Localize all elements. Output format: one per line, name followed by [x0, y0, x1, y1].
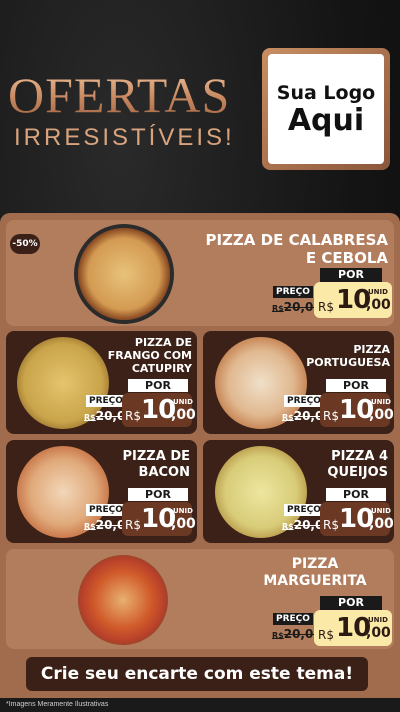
product-name-line: PIZZA DE [122, 449, 190, 464]
old-price-currency: R$ [84, 522, 96, 531]
currency: R$ [323, 518, 339, 532]
preco-label: PREÇO [273, 286, 313, 298]
product-name-line: BACON [138, 464, 190, 480]
unit-label: UNID [173, 398, 193, 406]
product-name-calabresa: PIZZA DE CALABRESA E CEBOLA [205, 231, 388, 267]
pizza-calabresa-image [78, 228, 170, 320]
product-name-frango: PIZZA DE FRANGO COM CATUPIRY [108, 336, 192, 376]
price-cents: ,00 [369, 516, 394, 532]
footnote: *Imagens Meramente Ilustrativas [0, 698, 400, 712]
currency: R$ [125, 518, 141, 532]
product-name-line: PIZZA [291, 556, 339, 572]
por-label: POR [320, 596, 382, 610]
product-name-line: FRANGO COM [107, 349, 192, 363]
product-name-bacon: PIZZA DE BACON [123, 449, 190, 480]
cta-banner[interactable]: Crie seu encarte com este tema! [26, 657, 368, 691]
por-label: POR [320, 268, 382, 282]
por-label: POR [326, 379, 386, 392]
page-title: OFERTAS [8, 67, 231, 123]
preco-label: PREÇO [284, 395, 324, 407]
unit-label: UNID [368, 288, 388, 296]
currency: R$ [125, 409, 141, 423]
pizza-marguerita-image [78, 555, 168, 645]
discount-badge: -50% [10, 234, 40, 254]
page-subtitle: IRRESISTÍVEIS! [14, 124, 235, 151]
product-name-line: QUEIJOS [327, 464, 388, 480]
old-price-currency: R$ [272, 631, 284, 640]
logo-inner: Sua Logo Aqui [268, 54, 384, 164]
new-price-box: R$ 10 ,00 UNID [320, 393, 394, 427]
product-name-line: PIZZA DE [134, 336, 192, 349]
old-price-currency: R$ [84, 413, 96, 422]
product-name-portuguesa: PIZZA PORTUGUESA [306, 343, 390, 369]
por-label: POR [326, 488, 386, 501]
product-name-line: PORTUGUESA [306, 356, 390, 370]
product-name-4-queijos: PIZZA 4 QUEIJOS [327, 449, 388, 480]
new-price-box: R$ 10 ,00 UNID [314, 610, 392, 646]
preco-label: PREÇO [284, 504, 324, 516]
product-name-line: CATUPIRY [131, 362, 192, 376]
por-label: POR [128, 488, 188, 501]
product-name-line: PIZZA 4 [331, 449, 388, 464]
currency: R$ [318, 300, 334, 314]
header: OFERTAS IRRESISTÍVEIS! Sua Logo Aqui [0, 0, 400, 215]
new-price-box: R$ 10 ,00 UNID [122, 502, 196, 536]
old-price-currency: R$ [282, 522, 294, 531]
product-name-marguerita: PIZZA MARGUERITA [260, 556, 370, 590]
old-price-currency: R$ [272, 304, 284, 313]
unit-label: UNID [173, 507, 193, 515]
new-price-box: R$ 10 ,00 UNID [320, 502, 394, 536]
price-cents: ,00 [171, 407, 196, 423]
logo-line-2: Aqui [287, 102, 365, 138]
currency: R$ [318, 628, 334, 642]
price-cents: ,00 [171, 516, 196, 532]
product-name-line: PIZZA DE CALABRESA [205, 231, 388, 249]
price-cents: ,00 [366, 297, 391, 313]
product-name-line: MARGUERITA [263, 572, 367, 589]
currency: R$ [323, 409, 339, 423]
flyer-page: OFERTAS IRRESISTÍVEIS! Sua Logo Aqui -50… [0, 0, 400, 712]
product-name-line: PIZZA [353, 343, 390, 356]
new-price-box: R$ 10 ,00 UNID [122, 393, 196, 427]
logo-line-1: Sua Logo [276, 81, 376, 104]
unit-label: UNID [371, 398, 391, 406]
price-cents: ,00 [369, 407, 394, 423]
preco-label: PREÇO [86, 504, 126, 516]
new-price-box: R$ 10 ,00 UNID [314, 282, 392, 318]
por-label: POR [128, 379, 188, 392]
old-price-currency: R$ [282, 413, 294, 422]
unit-label: UNID [368, 616, 388, 624]
preco-label: PREÇO [86, 395, 126, 407]
unit-label: UNID [371, 507, 391, 515]
logo-placeholder[interactable]: Sua Logo Aqui [262, 48, 390, 170]
preco-label: PREÇO [273, 613, 313, 625]
price-cents: ,00 [366, 625, 391, 641]
product-name-line: E CEBOLA [305, 249, 388, 267]
